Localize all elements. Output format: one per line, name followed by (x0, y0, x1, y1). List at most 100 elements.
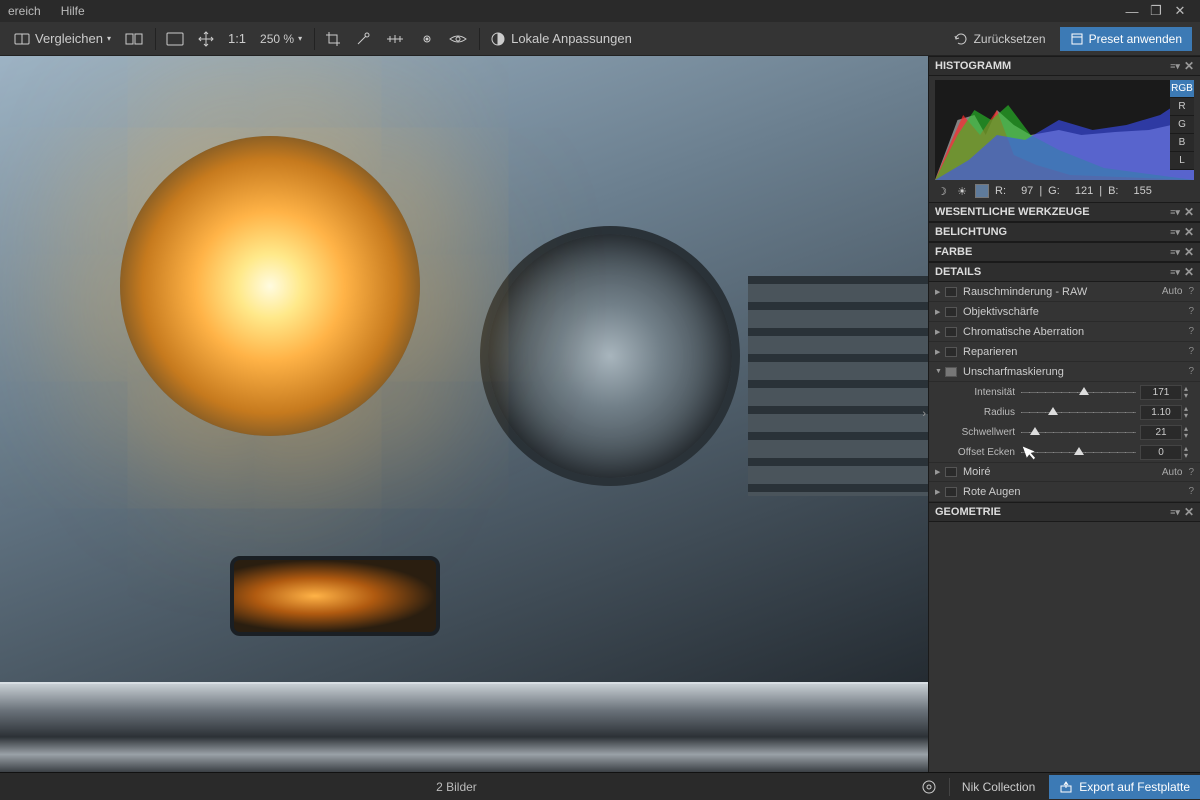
menu-item-workspace[interactable]: ereich (8, 4, 41, 18)
chevron-down-icon: ▾ (107, 34, 111, 43)
spinner-icon[interactable]: ▴▾ (1184, 405, 1194, 419)
detail-lens-sharpness[interactable]: ▶ Objektivschärfe ? (929, 302, 1200, 322)
statusbar: 2 Bilder Nik Collection Export auf Festp… (0, 772, 1200, 800)
chevron-right-icon: ▶ (935, 308, 945, 316)
slider-value-input[interactable]: 0 (1140, 445, 1182, 460)
help-icon[interactable]: ? (1188, 467, 1194, 478)
help-icon[interactable]: ? (1188, 346, 1194, 357)
panel-menu-icon[interactable]: ≡▾ (1170, 227, 1180, 238)
panel-color[interactable]: FARBE ≡▾ ✕ (929, 242, 1200, 262)
help-icon[interactable]: ? (1188, 306, 1194, 317)
detail-chromatic-aberration[interactable]: ▶ Chromatische Aberration ? (929, 322, 1200, 342)
detail-moire[interactable]: ▶ Moiré Auto ? (929, 462, 1200, 482)
slider-thumb[interactable] (1079, 387, 1089, 395)
panel-histogram[interactable]: HISTOGRAMM ≡▾ ✕ (929, 56, 1200, 76)
slider-intensity: Intensität 171 ▴▾ (929, 382, 1200, 402)
main-area: › HISTOGRAMM ≡▾ ✕ RGB R G B L (0, 56, 1200, 772)
hist-tab-b[interactable]: B (1170, 134, 1194, 152)
slider-track[interactable] (1021, 444, 1136, 460)
shadow-clip-icon[interactable]: ☽ (935, 184, 949, 198)
crop-icon[interactable] (319, 28, 347, 50)
enable-checkbox[interactable] (945, 487, 957, 497)
slider-track[interactable] (1021, 384, 1136, 400)
maximize-icon[interactable]: ❐ (1144, 3, 1168, 19)
enable-checkbox[interactable] (945, 347, 957, 357)
enable-checkbox[interactable] (945, 287, 957, 297)
right-panel: HISTOGRAMM ≡▾ ✕ RGB R G B L (928, 56, 1200, 772)
slider-track[interactable] (1021, 424, 1136, 440)
hist-tab-r[interactable]: R (1170, 98, 1194, 116)
move-icon[interactable] (192, 28, 220, 50)
panel-close-icon[interactable]: ✕ (1184, 505, 1194, 519)
histogram-chart[interactable]: RGB R G B L (935, 80, 1194, 180)
slider-thumb[interactable] (1048, 407, 1058, 415)
panel-menu-icon[interactable]: ≡▾ (1170, 267, 1180, 278)
panel-close-icon[interactable]: ✕ (1184, 245, 1194, 259)
slider-thumb[interactable] (1074, 447, 1084, 455)
spinner-icon[interactable]: ▴▾ (1184, 425, 1194, 439)
expand-sidebar-icon[interactable]: › (920, 402, 928, 426)
local-adjustments-button[interactable]: Lokale Anpassungen (484, 28, 638, 50)
apply-preset-button[interactable]: Preset anwenden (1060, 27, 1192, 51)
image-canvas[interactable]: › (0, 56, 928, 772)
enable-checkbox[interactable] (945, 467, 957, 477)
hist-tab-l[interactable]: L (1170, 152, 1194, 170)
one-to-one-button[interactable]: 1:1 (222, 28, 252, 49)
panel-menu-icon[interactable]: ≡▾ (1170, 207, 1180, 218)
hist-tab-g[interactable]: G (1170, 116, 1194, 134)
straighten-icon[interactable] (379, 29, 411, 49)
panel-details[interactable]: DETAILS ≡▾ ✕ (929, 262, 1200, 282)
rgb-readout: ☽ ☀ R: 97 | G: 121 | B: 155 (935, 180, 1194, 202)
panel-geometry[interactable]: GEOMETRIE ≡▾ ✕ (929, 502, 1200, 522)
zoom-level[interactable]: 250 %▾ (254, 29, 308, 49)
detail-noise-reduction[interactable]: ▶ Rauschminderung - RAW Auto ? (929, 282, 1200, 302)
readout-g: 121 (1075, 185, 1093, 197)
slider-value-input[interactable]: 21 (1140, 425, 1182, 440)
panel-menu-icon[interactable]: ≡▾ (1170, 61, 1180, 72)
hist-tab-rgb[interactable]: RGB (1170, 80, 1194, 98)
help-icon[interactable]: ? (1188, 366, 1194, 377)
panel-close-icon[interactable]: ✕ (1184, 205, 1194, 219)
detail-unsharp-mask[interactable]: ▼ Unscharfmaskierung ? (929, 362, 1200, 382)
reset-button[interactable]: Zurücksetzen (945, 28, 1054, 50)
export-button[interactable]: Export auf Festplatte (1049, 775, 1200, 799)
compare-button[interactable]: Vergleichen ▾ (8, 28, 117, 49)
panel-menu-icon[interactable]: ≡▾ (1170, 507, 1180, 518)
panel-close-icon[interactable]: ✕ (1184, 225, 1194, 239)
spinner-icon[interactable]: ▴▾ (1184, 385, 1194, 399)
fit-screen-icon[interactable] (160, 29, 190, 49)
help-icon[interactable]: ? (1188, 486, 1194, 497)
enable-checkbox[interactable] (945, 307, 957, 317)
slider-thumb[interactable] (1030, 427, 1040, 435)
slider-track[interactable] (1021, 404, 1136, 420)
readout-b: 155 (1134, 185, 1152, 197)
eyedropper-icon[interactable] (349, 28, 377, 50)
detail-repair[interactable]: ▶ Reparieren ? (929, 342, 1200, 362)
minimize-icon[interactable]: — (1120, 4, 1144, 19)
redeye-icon[interactable] (413, 29, 441, 49)
slider-offset-corners: Offset Ecken 0 ▴▾ (929, 442, 1200, 462)
spinner-icon[interactable]: ▴▾ (1184, 445, 1194, 459)
chevron-down-icon: ▾ (298, 34, 302, 43)
target-icon[interactable] (913, 775, 945, 799)
enable-checkbox[interactable] (945, 327, 957, 337)
help-icon[interactable]: ? (1188, 326, 1194, 337)
slider-value-input[interactable]: 1.10 (1140, 405, 1182, 420)
sample-swatch[interactable] (975, 184, 989, 198)
menu-item-help[interactable]: Hilfe (61, 4, 85, 18)
panel-essential-tools[interactable]: WESENTLICHE WERKZEUGE ≡▾ ✕ (929, 202, 1200, 222)
panel-close-icon[interactable]: ✕ (1184, 59, 1194, 73)
close-icon[interactable]: ✕ (1168, 3, 1192, 19)
nik-collection-button[interactable]: Nik Collection (954, 776, 1043, 798)
enable-checkbox[interactable] (945, 367, 957, 377)
highlight-clip-icon[interactable]: ☀ (955, 184, 969, 198)
help-icon[interactable]: ? (1188, 286, 1194, 297)
panel-menu-icon[interactable]: ≡▾ (1170, 247, 1180, 258)
panel-close-icon[interactable]: ✕ (1184, 265, 1194, 279)
side-by-side-icon[interactable] (119, 29, 149, 49)
preview-icon[interactable] (443, 29, 473, 49)
slider-value-input[interactable]: 171 (1140, 385, 1182, 400)
menubar: ereich Hilfe — ❐ ✕ (0, 0, 1200, 22)
detail-red-eye[interactable]: ▶ Rote Augen ? (929, 482, 1200, 502)
panel-exposure[interactable]: BELICHTUNG ≡▾ ✕ (929, 222, 1200, 242)
